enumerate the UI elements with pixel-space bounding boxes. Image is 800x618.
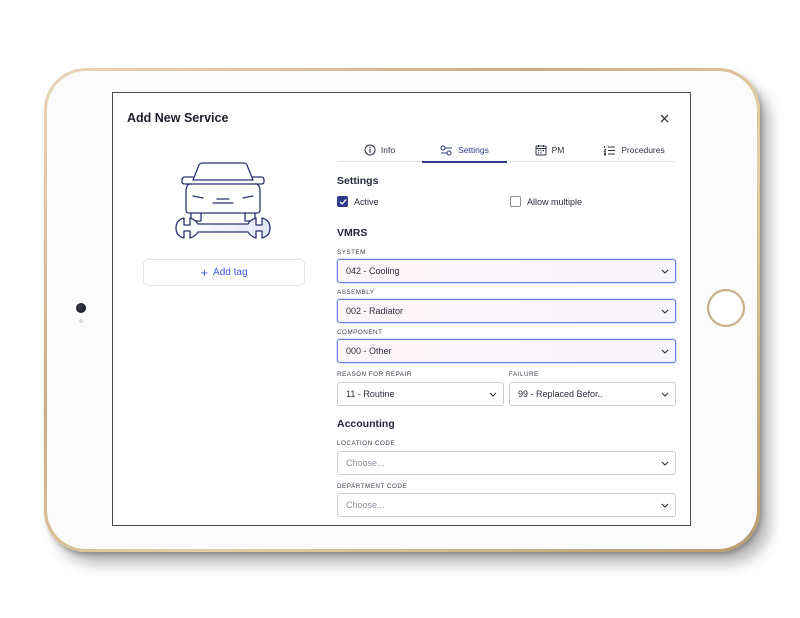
- close-button[interactable]: [656, 110, 672, 126]
- assembly-select[interactable]: 002 - Radiator: [337, 299, 676, 323]
- component-label: COMPONENT: [337, 329, 383, 336]
- add-tag-label: Add tag: [213, 267, 248, 278]
- department-code-label: DEPARTMENT CODE: [337, 483, 408, 490]
- reason-select[interactable]: 11 - Routine: [337, 382, 504, 406]
- add-service-modal: Add New Service + Add tag Info Settings …: [112, 92, 691, 526]
- tab-bar: Info Settings PM Procedures: [337, 138, 676, 163]
- chevron-down-icon: [655, 269, 675, 274]
- assembly-label: ASSEMBLY: [337, 289, 375, 296]
- tab-settings[interactable]: Settings: [422, 138, 507, 163]
- component-select[interactable]: 000 - Other: [337, 339, 676, 363]
- calendar-icon: [535, 145, 547, 156]
- tab-pm[interactable]: PM: [507, 138, 592, 162]
- chevron-down-icon: [655, 309, 675, 314]
- system-select[interactable]: 042 - Cooling: [337, 259, 676, 283]
- plus-icon: +: [200, 264, 209, 280]
- vmrs-heading: VMRS: [337, 227, 368, 239]
- failure-label: FAILURE: [509, 371, 539, 378]
- info-icon: [364, 144, 376, 156]
- tab-procedures-label: Procedures: [621, 145, 665, 155]
- add-tag-button[interactable]: + Add tag: [143, 259, 305, 286]
- chevron-down-icon: [655, 392, 675, 397]
- home-button[interactable]: [707, 289, 745, 327]
- allow-multiple-checkbox[interactable]: Allow multiple: [510, 196, 582, 207]
- tab-info-label: Info: [380, 145, 396, 155]
- chevron-down-icon: [655, 503, 675, 508]
- checkbox-checked[interactable]: [337, 196, 348, 207]
- close-icon: [660, 114, 668, 122]
- accounting-heading: Accounting: [337, 418, 395, 430]
- tab-procedures[interactable]: Procedures: [592, 138, 676, 162]
- chevron-down-icon: [655, 349, 675, 354]
- system-value: 042 - Cooling: [346, 266, 400, 276]
- sensor-dot: [79, 319, 83, 323]
- component-value: 000 - Other: [346, 346, 392, 356]
- camera-icon: [76, 303, 86, 313]
- tab-settings-label: Settings: [458, 145, 489, 155]
- checkbox-unchecked[interactable]: [510, 196, 521, 207]
- reason-value: 11 - Routine: [346, 389, 395, 399]
- reason-label: REASON FOR REPAIR: [337, 371, 412, 378]
- car-wrench-icon: [175, 162, 271, 239]
- chevron-down-icon: [655, 461, 675, 466]
- chevron-down-icon: [483, 392, 503, 397]
- sliders-icon: [440, 145, 453, 155]
- system-label: SYSTEM: [337, 249, 366, 256]
- assembly-value: 002 - Radiator: [346, 306, 404, 316]
- failure-value: 99 - Replaced Befor..: [518, 389, 603, 399]
- allow-multiple-label: Allow multiple: [527, 196, 583, 207]
- location-code-select[interactable]: Choose...: [337, 451, 676, 475]
- active-checkbox[interactable]: Active: [337, 196, 379, 207]
- check-icon: [339, 198, 346, 205]
- department-code-placeholder: Choose...: [346, 500, 385, 510]
- department-code-select[interactable]: Choose...: [337, 493, 676, 517]
- modal-title: Add New Service: [127, 111, 229, 125]
- location-code-label: LOCATION CODE: [337, 440, 396, 447]
- list-icon: [603, 145, 616, 155]
- settings-heading: Settings: [337, 175, 379, 187]
- failure-select[interactable]: 99 - Replaced Befor..: [509, 382, 676, 406]
- tab-info[interactable]: Info: [337, 138, 422, 162]
- location-code-placeholder: Choose...: [346, 458, 385, 468]
- active-label: Active: [354, 196, 379, 207]
- tab-pm-label: PM: [551, 145, 565, 155]
